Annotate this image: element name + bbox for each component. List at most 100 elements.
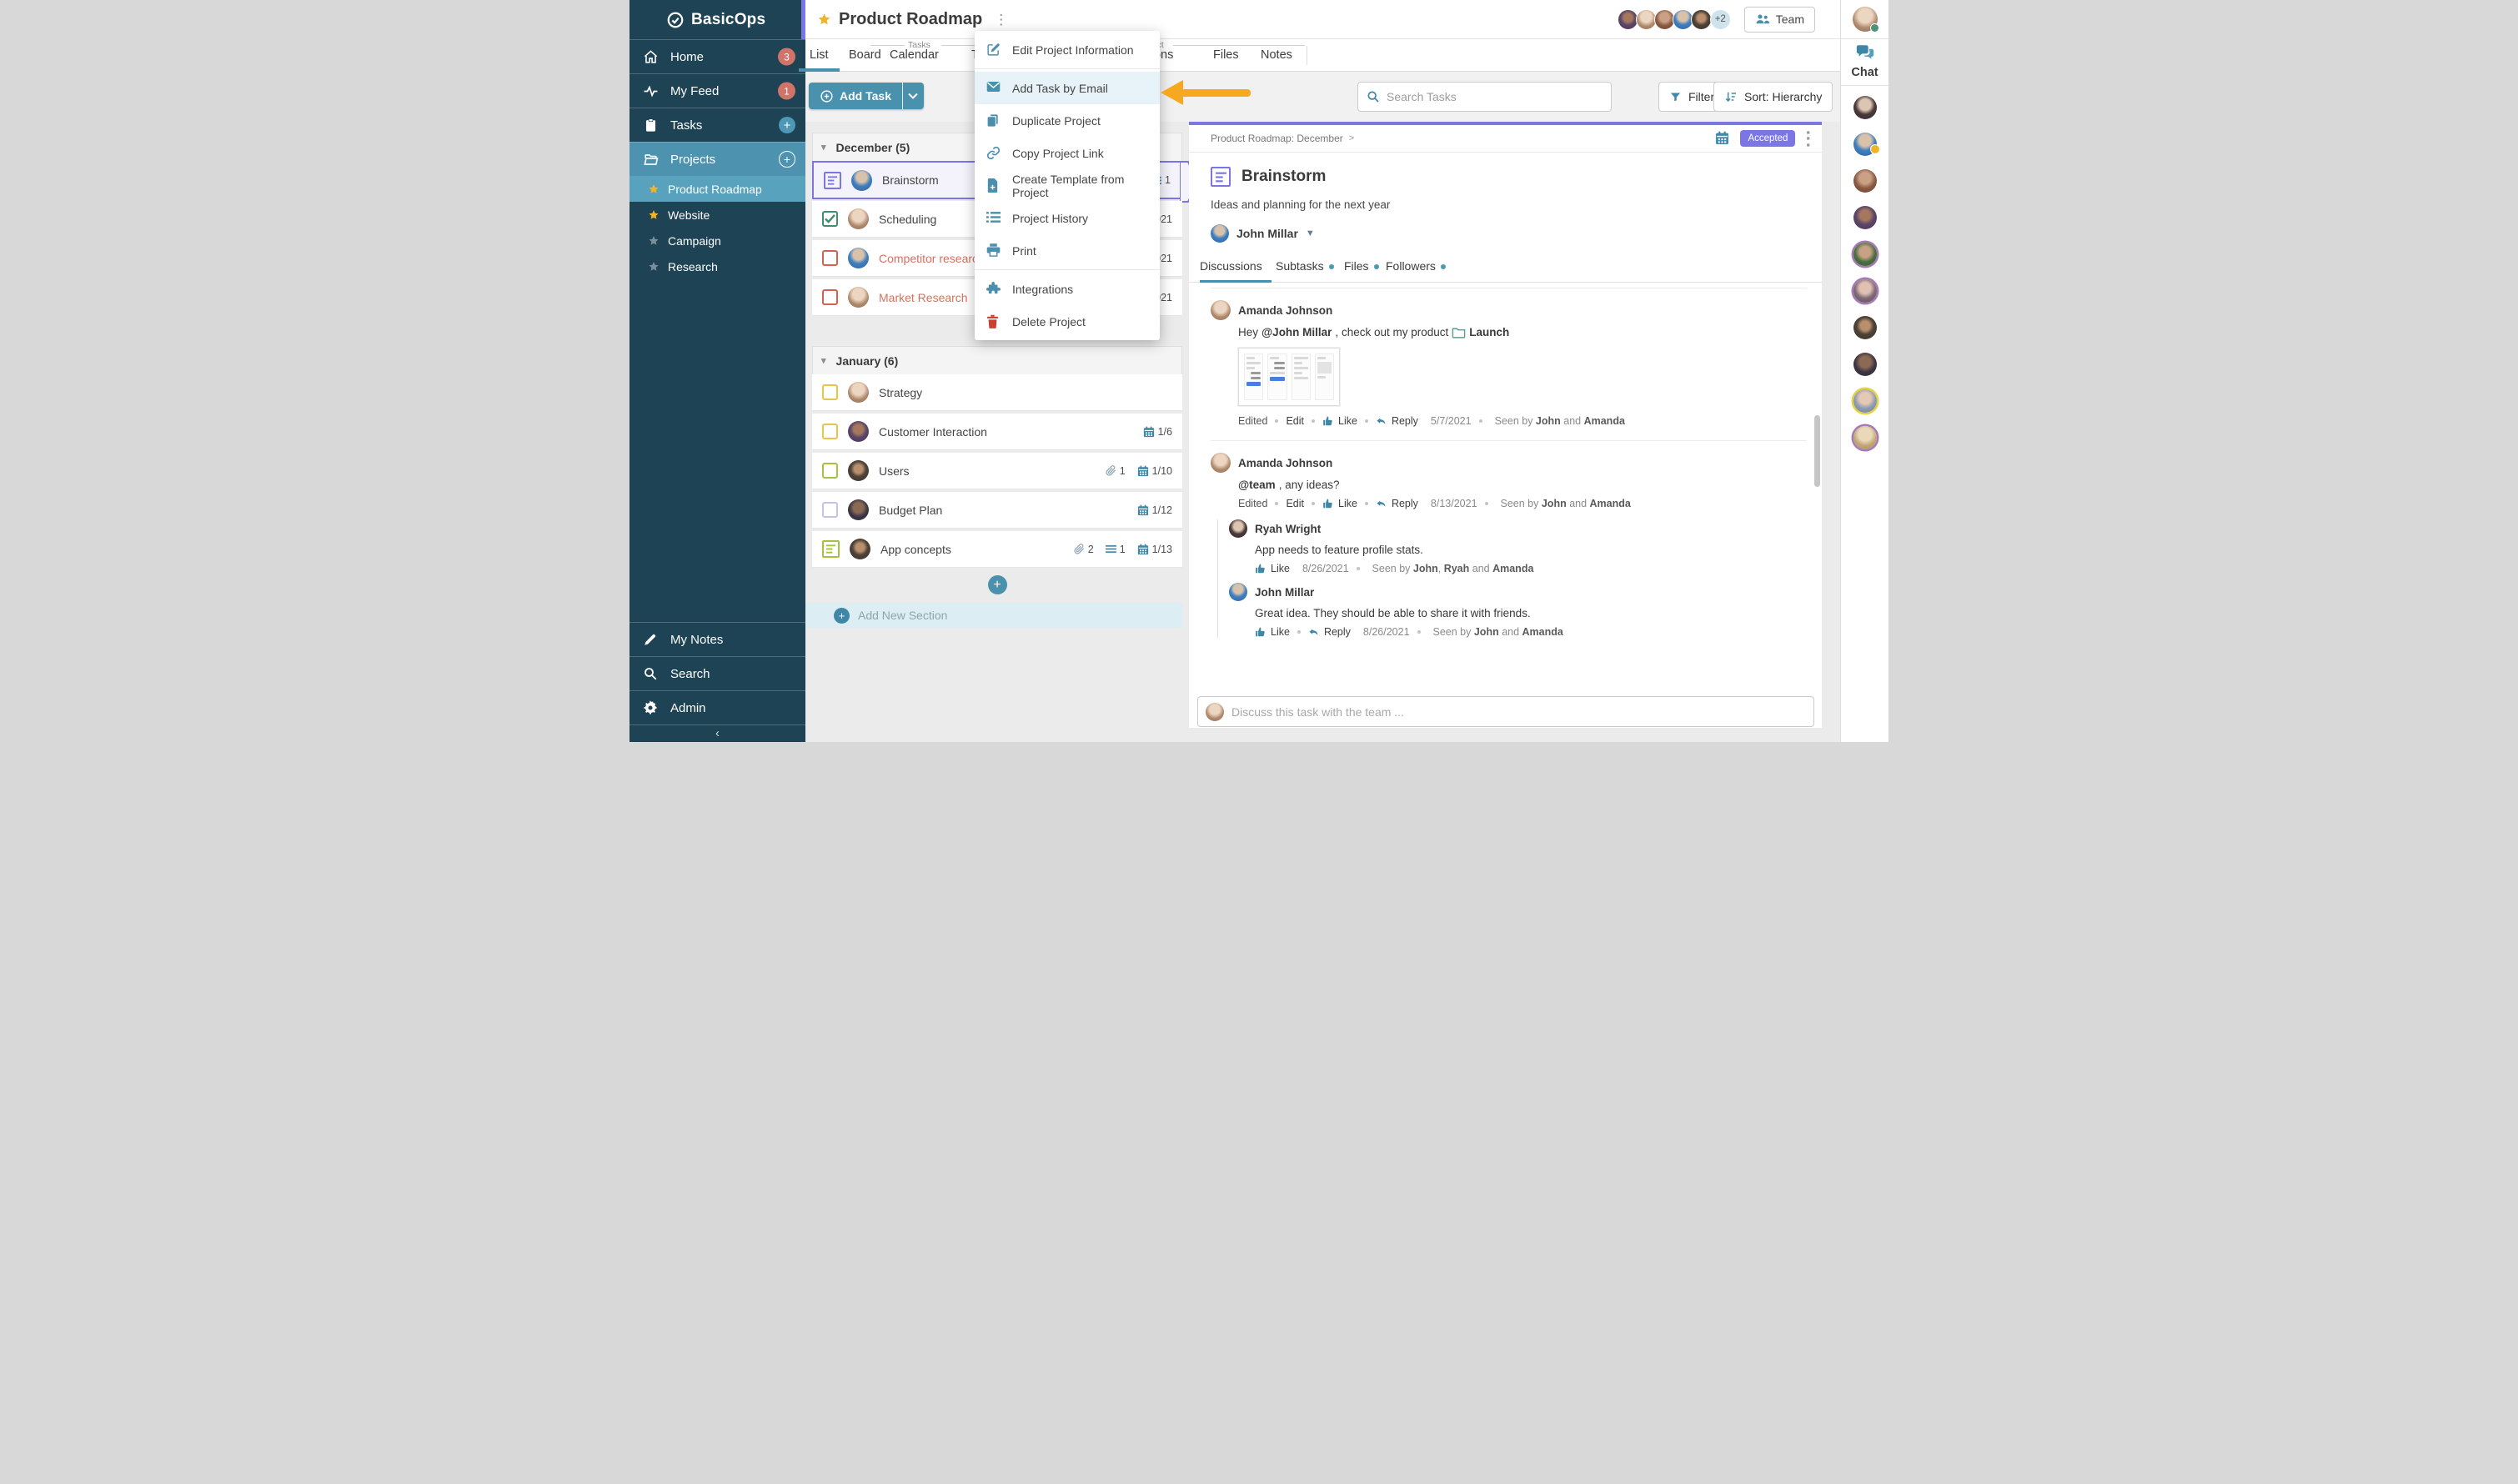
add-task-button[interactable]: Add Task — [809, 83, 924, 109]
chat-header[interactable]: Chat — [1841, 38, 1888, 86]
task-row-strategy[interactable]: Strategy — [812, 374, 1182, 411]
reply-button[interactable]: Reply — [1308, 626, 1351, 638]
section-january-header[interactable]: ▾ January (6) — [812, 346, 1182, 374]
plus-icon[interactable]: + — [987, 575, 1007, 594]
composer-input[interactable] — [1231, 704, 1806, 719]
menu-item-delete-project[interactable]: Delete Project — [975, 305, 1160, 338]
tab-board[interactable]: Board — [849, 48, 881, 62]
checkbox-unchecked[interactable] — [822, 502, 838, 518]
sidebar-item-my-feed[interactable]: My Feed 1 — [630, 73, 805, 108]
checkbox-unchecked[interactable] — [822, 250, 838, 266]
checkbox-unchecked[interactable] — [822, 384, 838, 400]
breadcrumb[interactable]: Product Roadmap: December — [1211, 133, 1343, 144]
sidebar-collapse-button[interactable]: ‹ — [630, 724, 805, 742]
member-avatar-stack[interactable] — [1617, 8, 1712, 30]
tab-calendar[interactable]: Calendar — [890, 48, 939, 62]
avatar[interactable] — [1690, 8, 1712, 30]
chat-contact-avatar[interactable] — [1853, 353, 1877, 376]
sidebar-item-my-notes[interactable]: My Notes — [630, 622, 805, 656]
sort-button[interactable]: Sort: Hierarchy — [1713, 82, 1833, 112]
task-row-customer-interaction[interactable]: Customer Interaction 1/6 — [812, 414, 1182, 450]
chat-contact-avatar[interactable] — [1853, 389, 1877, 413]
sidebar-project-campaign[interactable]: Campaign — [630, 228, 805, 253]
menu-item-duplicate-project[interactable]: Duplicate Project — [975, 104, 1160, 137]
calendar-icon — [1137, 543, 1149, 555]
discussion-composer[interactable] — [1197, 696, 1814, 727]
team-button[interactable]: Team — [1743, 6, 1815, 33]
message-text: Hey — [1238, 326, 1259, 338]
sidebar-item-projects[interactable]: Projects + — [630, 142, 805, 176]
like-button[interactable]: Like — [1255, 563, 1290, 574]
mention[interactable]: @John Millar — [1262, 326, 1332, 338]
search-tasks-box[interactable] — [1357, 82, 1612, 112]
task-row-budget-plan[interactable]: Budget Plan 1/12 — [812, 492, 1182, 529]
calendar-icon[interactable] — [1715, 131, 1729, 145]
chat-contact-avatar[interactable] — [1853, 133, 1880, 156]
sidebar-item-search[interactable]: Search — [630, 656, 805, 690]
sidebar-item-tasks[interactable]: Tasks + — [630, 108, 805, 142]
task-row-app-concepts[interactable]: App concepts 2 1 1/13 — [812, 531, 1182, 568]
like-button[interactable]: Like — [1322, 415, 1357, 427]
menu-item-create-template-from-project[interactable]: Create Template from Project — [975, 169, 1160, 202]
tab-notes[interactable]: Notes — [1261, 48, 1292, 62]
task-row-users[interactable]: Users 1 1/10 — [812, 453, 1182, 489]
chat-contact-avatar[interactable] — [1853, 96, 1877, 119]
linked-project[interactable]: Launch — [1469, 326, 1509, 338]
edit-link[interactable]: Edit — [1286, 498, 1304, 509]
chat-contact-avatar[interactable] — [1853, 243, 1877, 266]
checkbox-unchecked[interactable] — [822, 289, 838, 305]
project-menu-kebab-icon[interactable]: ⋮ — [994, 13, 1008, 27]
task-title: Strategy — [879, 385, 923, 399]
sidebar-item-admin[interactable]: Admin — [630, 690, 805, 724]
menu-item-edit-project-information[interactable]: Edit Project Information — [975, 33, 1160, 66]
attachment-thumbnail[interactable] — [1238, 348, 1340, 406]
mention[interactable]: @team — [1238, 479, 1276, 491]
current-user-avatar[interactable] — [1852, 7, 1879, 33]
panel-tab-files[interactable]: Files — [1344, 259, 1379, 273]
panel-tab-subtasks[interactable]: Subtasks — [1276, 259, 1334, 273]
sidebar-project-product-roadmap[interactable]: Product Roadmap — [630, 176, 805, 202]
reply-button[interactable]: Reply — [1376, 415, 1418, 427]
like-button[interactable]: Like — [1255, 626, 1290, 638]
chat-contact-avatar[interactable] — [1853, 279, 1877, 303]
divider — [941, 45, 975, 46]
sidebar-item-home[interactable]: Home 3 — [630, 39, 805, 73]
menu-item-project-history[interactable]: Project History — [975, 202, 1160, 234]
sidebar-project-website[interactable]: Website — [630, 202, 805, 228]
checkbox-unchecked[interactable] — [822, 424, 838, 439]
status-badge[interactable]: Accepted — [1740, 129, 1796, 147]
menu-item-copy-project-link[interactable]: Copy Project Link — [975, 137, 1160, 169]
checkbox-checked[interactable] — [822, 211, 838, 227]
menu-item-print[interactable]: Print — [975, 234, 1160, 267]
add-task-inline[interactable]: + — [812, 575, 1182, 594]
add-project-plus-icon[interactable]: + — [779, 151, 795, 168]
chat-contact-avatar[interactable] — [1853, 169, 1877, 193]
menu-item-add-task-by-email[interactable]: Add Task by Email — [975, 72, 1160, 104]
like-button[interactable]: Like — [1322, 498, 1357, 509]
task-doc-icon[interactable] — [824, 171, 841, 189]
add-task-plus-icon[interactable]: + — [779, 117, 795, 133]
tab-files[interactable]: Files — [1213, 48, 1239, 62]
search-tasks-input[interactable] — [1387, 90, 1603, 103]
add-new-section-button[interactable]: + Add New Section — [805, 603, 1182, 628]
edit-link[interactable]: Edit — [1286, 415, 1304, 427]
task-kebab-icon[interactable]: ▪ ▪ ▪ — [1806, 127, 1810, 150]
chat-contact-avatar[interactable] — [1853, 206, 1877, 229]
reply-button[interactable]: Reply — [1376, 498, 1418, 509]
chat-contact-avatar[interactable] — [1853, 426, 1877, 449]
checkbox-unchecked[interactable] — [822, 463, 838, 479]
tab-list[interactable]: List — [810, 48, 829, 62]
task-doc-icon[interactable] — [822, 540, 840, 558]
discussion-scrollbar[interactable] — [1814, 415, 1820, 487]
assignee-selector[interactable]: John Millar ▼ — [1189, 211, 1822, 243]
chat-contact-avatar[interactable] — [1853, 316, 1877, 339]
favorite-star-icon[interactable] — [817, 13, 831, 27]
sidebar-project-research[interactable]: Research — [630, 253, 805, 279]
menu-item-integrations[interactable]: Integrations — [975, 273, 1160, 305]
add-task-dropdown-button[interactable] — [901, 83, 924, 109]
tab-label: Subtasks — [1276, 259, 1324, 273]
panel-tab-discussions[interactable]: Discussions — [1200, 259, 1262, 273]
panel-tab-followers[interactable]: Followers — [1386, 259, 1446, 273]
avatar-overflow-count[interactable]: +2 — [1709, 8, 1731, 30]
logo[interactable]: BasicOps — [630, 0, 805, 39]
